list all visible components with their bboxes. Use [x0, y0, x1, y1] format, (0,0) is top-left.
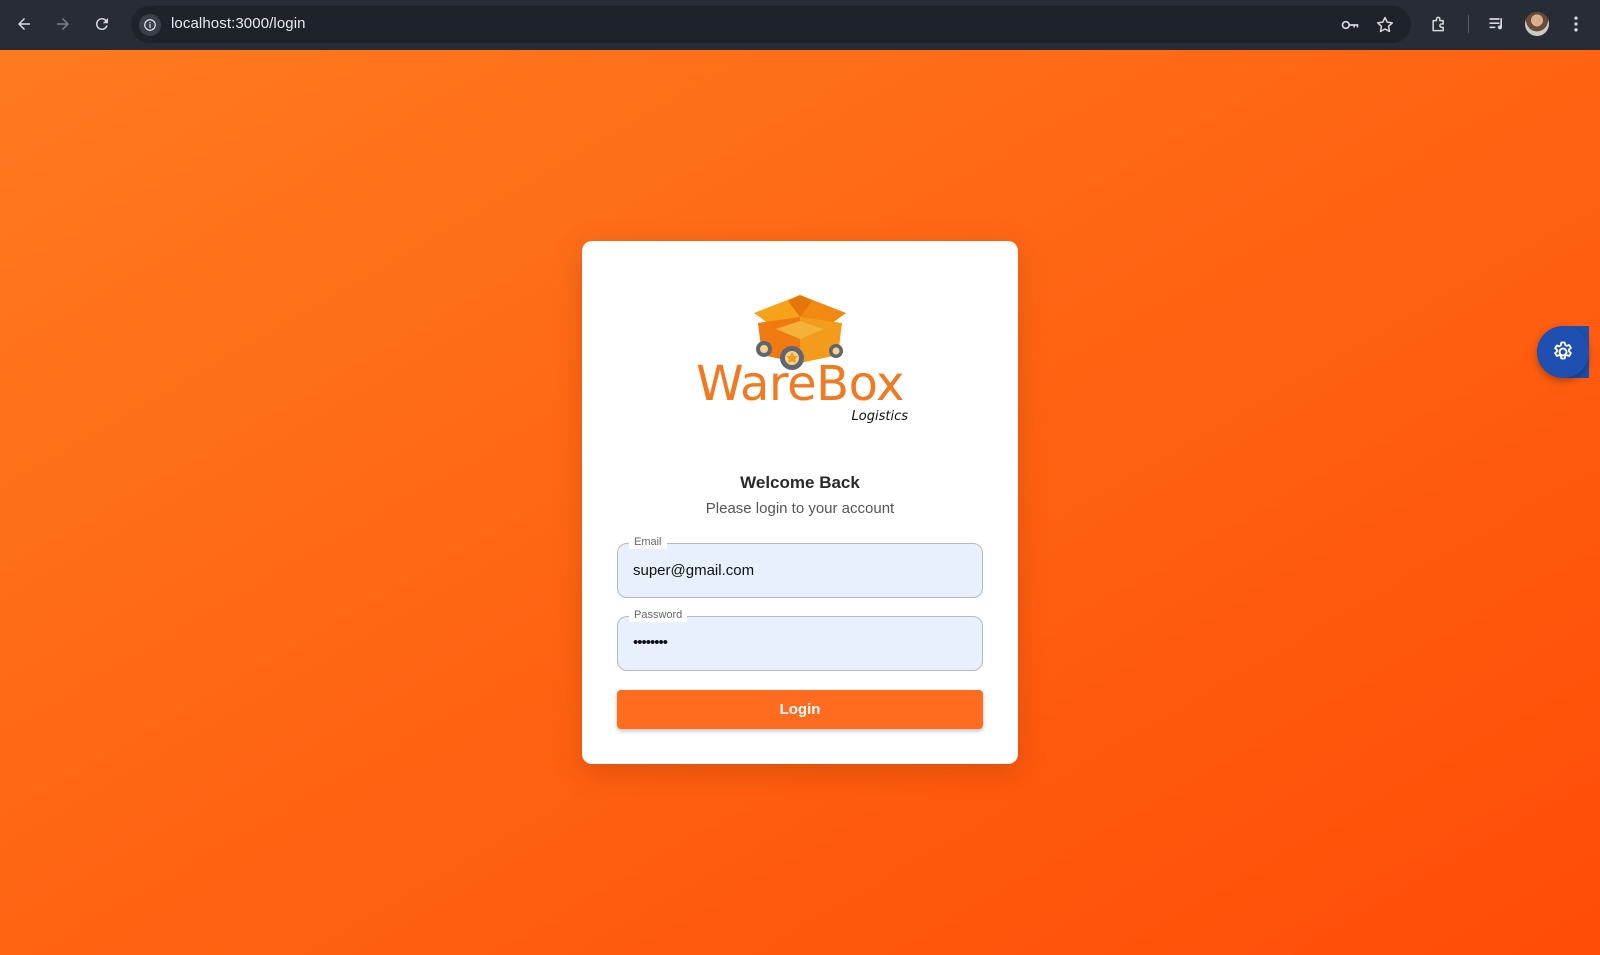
brand-name: WareBox — [696, 356, 904, 412]
back-button[interactable] — [14, 14, 34, 34]
reload-button[interactable] — [92, 14, 112, 34]
star-icon[interactable] — [1374, 14, 1396, 36]
brand-logo: WareBox Logistics — [692, 293, 908, 433]
login-title: Welcome Back — [740, 473, 860, 492]
brand-tagline: Logistics — [851, 409, 908, 424]
password-field[interactable]: Password •••••••• — [617, 608, 983, 671]
reload-icon — [95, 18, 108, 31]
arrow-left-icon — [18, 18, 30, 30]
url-text[interactable]: localhost:3000/login — [171, 15, 306, 32]
address-bar[interactable]: localhost:3000/login — [131, 6, 1411, 43]
login-page-background: WareBox Logistics Welcome Back Please lo… — [0, 50, 1600, 955]
password-input[interactable]: •••••••• — [633, 634, 668, 651]
login-card: WareBox Logistics Welcome Back Please lo… — [582, 241, 1018, 764]
gear-icon — [1554, 341, 1572, 360]
arrow-right-icon — [57, 18, 69, 30]
login-subtitle: Please login to your account — [705, 500, 895, 517]
kebab-menu-icon[interactable] — [1565, 13, 1587, 35]
key-icon[interactable] — [1339, 14, 1361, 36]
profile-avatar[interactable] — [1525, 12, 1549, 36]
email-input[interactable]: super@gmail.com — [633, 562, 754, 579]
settings-button[interactable] — [1537, 326, 1589, 378]
password-label: Password — [629, 608, 688, 622]
media-control-icon[interactable] — [1486, 13, 1508, 35]
toolbar-divider — [1468, 15, 1469, 33]
email-label: Email — [629, 535, 667, 549]
login-button[interactable]: Login — [617, 690, 983, 729]
info-icon[interactable] — [139, 14, 161, 36]
forward-button[interactable] — [53, 14, 73, 34]
puzzle-icon[interactable] — [1428, 13, 1450, 35]
email-field[interactable]: Email super@gmail.com — [617, 535, 983, 598]
browser-toolbar: localhost:3000/login — [0, 0, 1600, 50]
